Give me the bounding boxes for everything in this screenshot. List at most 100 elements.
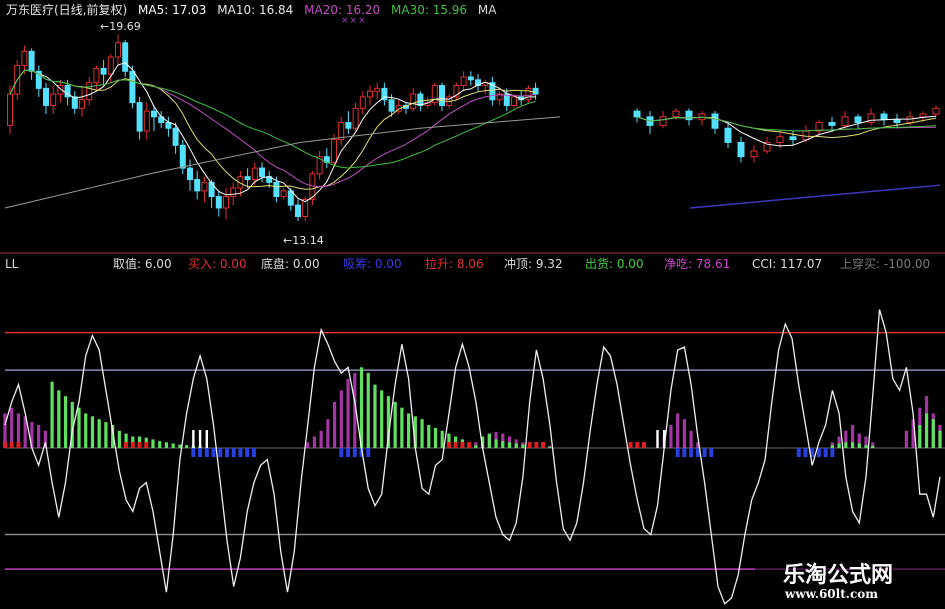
buy-bar bbox=[467, 442, 472, 449]
histogram-bar bbox=[864, 445, 868, 449]
histogram-bar bbox=[938, 430, 942, 449]
absorb-bar bbox=[238, 448, 243, 458]
histogram-bar bbox=[319, 430, 323, 449]
readout-chuhuo: 出货: 0.00 bbox=[585, 257, 644, 271]
left-candle bbox=[187, 167, 193, 180]
buy-bar bbox=[541, 442, 546, 449]
watermark-url: www.60lt.com bbox=[785, 587, 878, 601]
right-candle bbox=[906, 116, 914, 124]
histogram-bar bbox=[158, 441, 162, 449]
left-candle bbox=[7, 93, 13, 126]
high-annotation: ←19.69 bbox=[100, 20, 141, 33]
absorb-bar bbox=[339, 448, 344, 458]
left-candle bbox=[280, 190, 287, 198]
left-candle bbox=[21, 50, 28, 67]
signal-bar bbox=[198, 430, 202, 449]
chart-title: 万东医疗(日线,前复权) bbox=[6, 3, 128, 17]
histogram-bar bbox=[514, 443, 518, 449]
right-candle bbox=[659, 116, 667, 126]
signal-bar bbox=[656, 430, 659, 449]
left-candle bbox=[136, 102, 143, 132]
histogram-bar bbox=[521, 444, 525, 449]
histogram-bar bbox=[676, 413, 680, 449]
ma30-readout: MA30: 15.96 bbox=[391, 3, 468, 17]
histogram-bar bbox=[918, 424, 922, 449]
absorb-bar bbox=[803, 448, 808, 458]
indicator-name: LL bbox=[5, 257, 19, 271]
left-candle bbox=[129, 70, 136, 104]
histogram-bar bbox=[507, 442, 512, 449]
histogram-bar bbox=[420, 419, 424, 449]
left-candle bbox=[287, 190, 294, 206]
right-candle bbox=[737, 141, 745, 158]
readout-dipan: 底盘: 0.00 bbox=[261, 257, 320, 271]
buy-bar bbox=[9, 442, 14, 449]
buy-bar bbox=[534, 442, 539, 449]
left-candle bbox=[410, 93, 417, 109]
ma-readout: MA bbox=[477, 3, 497, 17]
histogram-bar bbox=[346, 378, 350, 449]
histogram-bar bbox=[10, 407, 14, 449]
buy-bar bbox=[628, 442, 633, 449]
buy-bar bbox=[16, 442, 21, 449]
left-candle bbox=[532, 87, 539, 95]
histogram-bar bbox=[164, 442, 169, 449]
histogram-bar bbox=[844, 442, 848, 449]
histogram-bar bbox=[306, 442, 310, 449]
left-candle bbox=[259, 167, 265, 178]
ma10-readout: MA10: 16.84 bbox=[217, 3, 294, 17]
left-candle bbox=[28, 50, 35, 72]
histogram-bar bbox=[57, 390, 61, 449]
histogram-bar bbox=[871, 445, 875, 449]
histogram-bar bbox=[326, 419, 330, 449]
left-candle bbox=[71, 96, 78, 109]
absorb-bar bbox=[211, 448, 216, 458]
readout-chongding: 冲顶: 9.32 bbox=[504, 257, 563, 271]
histogram-bar bbox=[682, 419, 686, 449]
left-candle bbox=[172, 127, 179, 146]
readout-quzhi: 取值: 6.00 bbox=[113, 257, 172, 271]
histogram-bar bbox=[548, 446, 552, 449]
absorb-bar bbox=[224, 448, 229, 458]
right-candle bbox=[854, 116, 862, 124]
histogram-bar bbox=[837, 443, 841, 449]
absorb-bar bbox=[702, 448, 707, 458]
left-candle bbox=[295, 204, 301, 218]
left-candle bbox=[179, 144, 186, 169]
left-candle bbox=[359, 96, 366, 109]
left-candle bbox=[107, 56, 114, 75]
histogram-bar bbox=[104, 422, 108, 449]
absorb-bar bbox=[204, 448, 209, 458]
histogram-bar bbox=[117, 430, 121, 449]
left-candle bbox=[50, 93, 57, 106]
histogram-bar bbox=[63, 396, 68, 449]
histogram-bar bbox=[90, 416, 95, 449]
right-candle bbox=[880, 113, 888, 121]
right-candle bbox=[789, 136, 797, 141]
signal-bar bbox=[192, 430, 195, 449]
histogram-bar bbox=[380, 390, 384, 449]
absorb-bar bbox=[231, 448, 236, 458]
left-candle bbox=[143, 110, 150, 132]
right-candle bbox=[711, 113, 719, 129]
left-candle bbox=[230, 187, 237, 198]
low-annotation: ←13.14 bbox=[283, 234, 324, 247]
stock-chart bbox=[0, 0, 945, 609]
price-legend: 万东医疗(日线,前复权) MA5: 17.03 MA10: 16.84 MA20… bbox=[6, 3, 503, 17]
left-candle bbox=[244, 176, 251, 180]
histogram-bar bbox=[487, 433, 491, 449]
histogram-bar bbox=[333, 401, 337, 449]
buy-bar bbox=[527, 442, 532, 449]
histogram-bar bbox=[427, 424, 431, 449]
right-candle bbox=[919, 113, 927, 118]
absorb-bar bbox=[709, 448, 714, 458]
watermark-title: 乐淘公式网 bbox=[783, 563, 894, 588]
right-candle bbox=[828, 122, 836, 126]
absorb-bar bbox=[682, 448, 687, 458]
histogram-bar bbox=[904, 430, 908, 449]
readout-xichou: 吸筹: 0.00 bbox=[343, 257, 402, 271]
histogram-bar bbox=[669, 424, 673, 449]
right-candle bbox=[802, 130, 810, 141]
left-candle bbox=[151, 110, 157, 118]
histogram-bar bbox=[50, 381, 54, 449]
